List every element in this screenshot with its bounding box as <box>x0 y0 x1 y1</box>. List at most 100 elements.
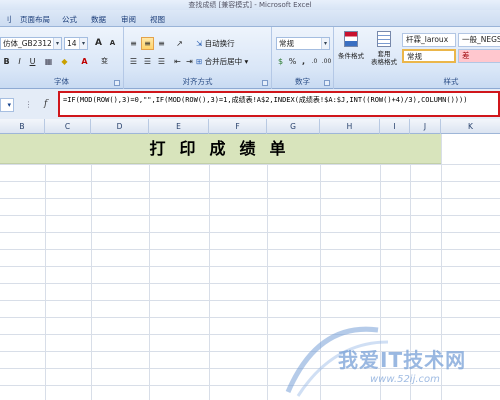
formula-bar: ▾ ⋮ f =IF(MOD(ROW(),3)=0,"",IF(MOD(ROW()… <box>0 89 500 119</box>
number-format-select[interactable]: 常规 ▾ <box>276 37 330 50</box>
style-cell-negs[interactable]: 一般_NEGS <box>458 33 500 47</box>
chevron-down-icon: ▾ <box>242 57 249 66</box>
format-as-table-label: 套用 表格格式 <box>371 50 397 66</box>
column-header-j[interactable]: J <box>410 119 441 134</box>
column-header-c[interactable]: C <box>45 119 91 134</box>
font-name-select[interactable]: 仿体_GB2312 ▾ <box>0 37 62 50</box>
align-top-icon[interactable]: ≡ <box>127 37 140 50</box>
column-header-f[interactable]: F <box>209 119 267 134</box>
gridline <box>0 164 500 165</box>
borders-icon[interactable]: ▦ <box>42 55 55 68</box>
column-header-h[interactable]: H <box>320 119 380 134</box>
gridline <box>0 232 500 233</box>
style-cell-bad[interactable]: 差 <box>458 49 500 63</box>
fill-color-icon[interactable]: ◆ <box>58 55 71 68</box>
align-left-icon[interactable]: ☰ <box>127 55 140 68</box>
watermark-text: 我爱IT技术网 <box>338 348 467 372</box>
merge-center-label: 合并后居中 <box>204 57 243 66</box>
gridline <box>0 215 500 216</box>
tab-formulas[interactable]: 公式 <box>58 12 81 27</box>
gridline <box>149 134 150 400</box>
gridline <box>0 198 500 199</box>
font-name-value: 仿体_GB2312 <box>3 39 52 48</box>
conditional-format-label: 条件格式 <box>338 52 364 60</box>
style-cell-laroux[interactable]: 杆霖_laroux <box>402 33 456 47</box>
align-right-icon[interactable]: ☰ <box>155 55 168 68</box>
align-center-icon[interactable]: ☰ <box>141 55 154 68</box>
gridline <box>45 134 46 400</box>
bold-button[interactable]: B <box>0 55 13 68</box>
font-group: 仿体_GB2312 ▾ 14 ▾ A A B I U ▦ ◆ A 变 字体 <box>0 27 124 89</box>
gridline <box>0 181 500 182</box>
underline-button[interactable]: U <box>26 55 39 68</box>
gridline <box>0 283 500 284</box>
shrink-font-button[interactable]: A <box>106 37 119 50</box>
styles-group-label: 样式 <box>443 77 459 86</box>
formula-text-line1: =IF(MOD(ROW(),3)=0,"",IF(MOD(ROW(),3)=1,… <box>63 96 468 104</box>
merge-center-button[interactable]: ⊞ 合并后居中 ▾ <box>196 55 248 68</box>
tab-start[interactable]: 刂 <box>0 12 16 27</box>
font-color-button[interactable]: A <box>78 55 91 68</box>
number-group: 常规 ▾ $ % , .0 .00 数字 <box>272 27 334 89</box>
styles-group: 条件格式 套用 表格格式 杆霖_laroux 一般_NEGS 常规 差 样式 <box>334 27 500 89</box>
merge-icon: ⊞ <box>196 57 205 66</box>
font-dialog-launcher-icon[interactable] <box>114 80 120 86</box>
number-format-value: 常规 <box>279 39 294 48</box>
conditional-format-icon <box>344 31 358 47</box>
ribbon-tabs: 刂 页面布局 公式 数据 审阅 视图 <box>0 10 500 27</box>
align-middle-icon[interactable]: ≡ <box>141 37 154 50</box>
gridline <box>91 134 92 400</box>
table-format-icon <box>377 31 391 47</box>
wrap-text-button[interactable]: ⇲ 自动换行 <box>196 37 235 50</box>
column-header-d[interactable]: D <box>91 119 149 134</box>
chevron-down-icon: ▾ <box>53 38 61 49</box>
insert-function-icon[interactable]: f <box>44 99 47 109</box>
watermark-url: www.52ij.com <box>370 374 440 385</box>
gridline <box>0 266 500 267</box>
column-header-e[interactable]: E <box>149 119 209 134</box>
column-headers: B C D E F G H I J K <box>0 119 500 134</box>
orientation-icon[interactable]: ↗ <box>173 37 186 50</box>
gridline <box>209 134 210 400</box>
column-header-i[interactable]: I <box>380 119 410 134</box>
gridline <box>0 249 500 250</box>
number-dialog-launcher-icon[interactable] <box>324 80 330 86</box>
column-header-k[interactable]: K <box>441 119 500 134</box>
style-cell-normal[interactable]: 常规 <box>402 49 456 63</box>
formula-input[interactable]: =IF(MOD(ROW(),3)=0,"",IF(MOD(ROW(),3)=1,… <box>58 91 500 117</box>
wrap-text-icon: ⇲ <box>196 39 205 48</box>
tab-review[interactable]: 审阅 <box>117 12 140 27</box>
align-bottom-icon[interactable]: ≡ <box>155 37 168 50</box>
conditional-format-button[interactable]: 条件格式 <box>338 31 364 77</box>
column-header-g[interactable]: G <box>267 119 320 134</box>
banner-title: 打印成绩单 <box>149 139 300 158</box>
window-title: 查找成绩 [兼容模式] - Microsoft Excel <box>0 0 500 10</box>
font-size-value: 14 <box>67 39 77 48</box>
alignment-group-label: 对齐方式 <box>182 77 213 86</box>
watermark: 我爱IT技术网 www.52ij.com <box>278 312 500 400</box>
ribbon: 仿体_GB2312 ▾ 14 ▾ A A B I U ▦ ◆ A 变 字体 ≡ … <box>0 27 500 89</box>
formula-bar-grip-icon: ⋮ <box>24 100 34 109</box>
tab-page-layout[interactable]: 页面布局 <box>16 12 54 27</box>
increase-indent-icon[interactable]: ⇥ <box>183 55 196 68</box>
font-size-select[interactable]: 14 ▾ <box>64 37 88 50</box>
format-as-table-button[interactable]: 套用 表格格式 <box>370 31 398 77</box>
tab-view[interactable]: 视图 <box>146 12 169 27</box>
column-header-b[interactable]: B <box>0 119 45 134</box>
alignment-dialog-launcher-icon[interactable] <box>262 80 268 86</box>
grow-font-button[interactable]: A <box>92 37 105 50</box>
decrease-decimal-button[interactable]: .00 <box>320 55 333 68</box>
chevron-down-icon: ▾ <box>321 38 329 49</box>
gridline <box>0 300 500 301</box>
font-group-label: 字体 <box>54 77 69 86</box>
chevron-down-icon: ▾ <box>7 101 11 109</box>
formula-text-line2 <box>63 105 498 115</box>
chevron-down-icon: ▾ <box>79 38 87 49</box>
wrap-text-label: 自动换行 <box>204 39 235 48</box>
italic-button[interactable]: I <box>13 55 26 68</box>
tab-data[interactable]: 数据 <box>87 12 110 27</box>
gridline <box>267 134 268 400</box>
name-box[interactable]: ▾ <box>0 98 14 112</box>
alignment-group: ≡ ≡ ≡ ↗ ⇲ 自动换行 ☰ ☰ ☰ ⇤ ⇥ ⊞ 合并后居中 ▾ 对齐方式 <box>124 27 272 89</box>
phonetic-button[interactable]: 变 <box>98 55 111 68</box>
